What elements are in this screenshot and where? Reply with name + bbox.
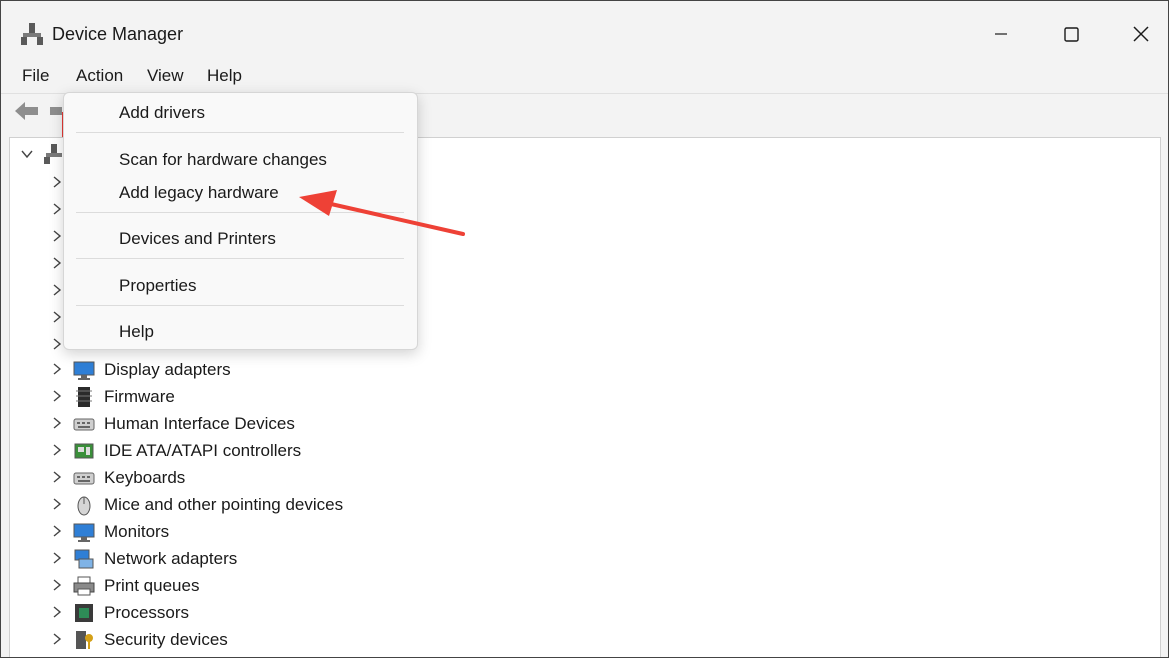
tree-category-label: Firmware	[104, 387, 175, 406]
security-icon	[76, 631, 93, 649]
chevron-right-icon[interactable]	[50, 389, 64, 403]
chevron-right-icon[interactable]	[50, 175, 64, 189]
maximize-button[interactable]	[1048, 11, 1094, 57]
controller-icon	[74, 443, 94, 459]
tree-category-row[interactable]: Human Interface Devices	[10, 410, 1160, 437]
maximize-icon	[1063, 26, 1079, 42]
tree-category-label: Monitors	[104, 522, 170, 541]
device-manager-app-icon	[21, 23, 43, 45]
chevron-right-icon[interactable]	[50, 362, 64, 376]
chip-icon	[76, 387, 92, 407]
chevron-right-icon[interactable]	[50, 497, 64, 511]
chevron-right-icon[interactable]	[50, 632, 64, 646]
tree-category-label: IDE ATA/ATAPI controllers	[104, 441, 302, 460]
monitor-icon	[73, 523, 95, 542]
printer-icon	[73, 576, 95, 596]
menu-item-add-drivers[interactable]: Add drivers	[119, 103, 205, 123]
menu-bar: File Action View Help	[1, 57, 1168, 148]
menu-item-devices-printers[interactable]: Devices and Printers	[119, 229, 276, 249]
menu-action[interactable]: Action	[76, 66, 123, 86]
tree-category-label: Print queues	[104, 576, 200, 595]
computer-icon	[44, 144, 62, 164]
chevron-right-icon[interactable]	[50, 416, 64, 430]
menu-file[interactable]: File	[22, 66, 49, 86]
chevron-down-icon[interactable]	[20, 147, 34, 161]
menu-separator	[76, 305, 404, 306]
menu-help[interactable]: Help	[207, 66, 242, 86]
tree-category-label: Security devices	[104, 630, 228, 649]
tree-category-row[interactable]: Firmware	[10, 383, 1160, 410]
device-manager-window: Device Manager File Action View Help Dis…	[0, 0, 1169, 658]
tree-category-label: Display adapters	[104, 360, 231, 379]
chevron-right-icon[interactable]	[50, 283, 64, 297]
minimize-icon	[995, 33, 1007, 35]
title-bar: Device Manager	[1, 1, 1168, 57]
tree-category-label: Mice and other pointing devices	[104, 495, 344, 514]
action-dropdown-menu: Add drivers Scan for hardware changes Ad…	[63, 92, 418, 350]
menu-separator	[76, 212, 404, 213]
close-icon	[1133, 26, 1149, 42]
tree-category-label: Network adapters	[104, 549, 238, 568]
chevron-right-icon[interactable]	[50, 578, 64, 592]
menu-view[interactable]: View	[147, 66, 184, 86]
menu-separator	[76, 132, 404, 133]
chevron-right-icon[interactable]	[50, 605, 64, 619]
tree-category-label: Keyboards	[104, 468, 186, 487]
chevron-right-icon[interactable]	[50, 202, 64, 216]
menu-item-add-legacy-hardware[interactable]: Add legacy hardware	[119, 183, 279, 203]
chevron-right-icon[interactable]	[50, 310, 64, 324]
close-button[interactable]	[1118, 11, 1164, 57]
chevron-right-icon[interactable]	[50, 443, 64, 457]
menu-item-scan-hardware[interactable]: Scan for hardware changes	[119, 150, 327, 170]
tree-category-row[interactable]: Keyboards	[10, 464, 1160, 491]
tree-category-label: Human Interface Devices	[104, 414, 295, 433]
chevron-right-icon[interactable]	[50, 337, 64, 351]
chevron-right-icon[interactable]	[50, 551, 64, 565]
mouse-icon	[77, 496, 91, 516]
chevron-right-icon[interactable]	[50, 470, 64, 484]
menu-item-help[interactable]: Help	[119, 322, 154, 342]
toolbar-button-icon[interactable]	[49, 104, 63, 118]
tree-category-row[interactable]: Display adapters	[10, 356, 1160, 383]
tree-category-row[interactable]: Network adapters	[10, 545, 1160, 572]
chevron-right-icon[interactable]	[50, 524, 64, 538]
menu-separator	[76, 258, 404, 259]
chevron-right-icon[interactable]	[50, 256, 64, 270]
tree-category-row[interactable]: Monitors	[10, 518, 1160, 545]
keyboard-icon	[73, 472, 95, 485]
menu-item-properties[interactable]: Properties	[119, 276, 196, 296]
processor-icon	[75, 604, 93, 622]
chevron-right-icon[interactable]	[50, 229, 64, 243]
tree-category-row[interactable]: Processors	[10, 599, 1160, 626]
minimize-button[interactable]	[978, 11, 1024, 57]
monitor-icon	[73, 361, 95, 380]
back-arrow-icon[interactable]	[14, 100, 40, 122]
keyboard-icon	[73, 418, 95, 431]
window-title: Device Manager	[52, 24, 184, 44]
tree-category-row[interactable]: Mice and other pointing devices	[10, 491, 1160, 518]
network-icon	[74, 549, 94, 569]
tree-category-row[interactable]: IDE ATA/ATAPI controllers	[10, 437, 1160, 464]
tree-category-row[interactable]: Security devices	[10, 626, 1160, 653]
tree-category-label: Processors	[104, 603, 190, 622]
tree-category-row[interactable]: Print queues	[10, 572, 1160, 599]
